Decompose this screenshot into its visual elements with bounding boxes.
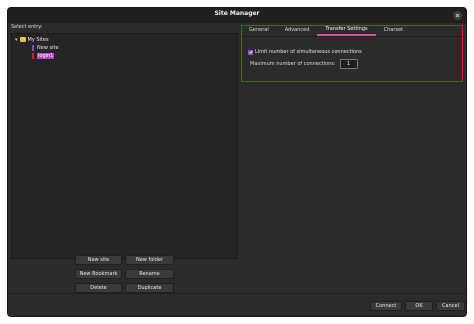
- max-connections-row: Maximum number of connections: 1: [250, 59, 358, 69]
- tab-advanced[interactable]: Advanced: [277, 25, 318, 36]
- tree-item-label: New site: [37, 44, 59, 51]
- duplicate-button[interactable]: Duplicate: [125, 283, 174, 293]
- rename-button[interactable]: Rename: [125, 269, 174, 279]
- tree-item-label: login1: [37, 52, 55, 59]
- site-icon: [32, 44, 34, 51]
- tab-transfer-settings[interactable]: Transfer Settings: [317, 25, 376, 36]
- close-button[interactable]: [453, 11, 462, 20]
- site-icon: [32, 52, 34, 59]
- window-title: Site Manager: [214, 10, 260, 17]
- connect-button[interactable]: Connect: [370, 301, 402, 311]
- close-icon: [455, 13, 460, 18]
- limit-connections-row[interactable]: Limit number of simultaneous connections: [248, 49, 362, 55]
- new-site-button[interactable]: New site: [75, 255, 122, 265]
- limit-connections-label: Limit number of simultaneous connections: [255, 49, 362, 55]
- tab-general[interactable]: General: [241, 25, 277, 36]
- site-manager-window: Site Manager Select entry: ▾ My Sites Ne…: [7, 7, 467, 317]
- tab-charset[interactable]: Charset: [376, 25, 411, 36]
- site-settings-pane: General Advanced Transfer Settings Chars…: [241, 22, 464, 302]
- max-connections-label: Maximum number of connections:: [250, 61, 336, 67]
- ok-button[interactable]: OK: [405, 301, 433, 311]
- limit-connections-checkbox[interactable]: [248, 49, 253, 55]
- expand-chevron-icon[interactable]: ▾: [15, 37, 18, 43]
- new-bookmark-button[interactable]: New Bookmark: [75, 269, 122, 279]
- max-connections-input[interactable]: 1: [339, 59, 358, 69]
- tree-item-label: My Sites: [27, 36, 49, 43]
- transfer-settings-panel: Limit number of simultaneous connections…: [241, 37, 464, 99]
- title-bar[interactable]: Site Manager: [8, 8, 466, 23]
- delete-button[interactable]: Delete: [75, 283, 122, 293]
- settings-tabs: General Advanced Transfer Settings Chars…: [241, 22, 464, 37]
- tree-site-new-site[interactable]: New site: [32, 44, 59, 51]
- checkmark-icon: [248, 50, 253, 54]
- select-entry-label: Select entry:: [11, 24, 43, 30]
- cancel-button[interactable]: Cancel: [436, 301, 465, 311]
- site-tree[interactable]: ▾ My Sites New site login1: [11, 33, 238, 259]
- folder-icon: [19, 37, 26, 42]
- new-folder-button[interactable]: New folder: [125, 255, 174, 265]
- tree-site-login1[interactable]: login1: [32, 52, 55, 59]
- tree-folder-my-sites[interactable]: ▾ My Sites: [15, 36, 49, 43]
